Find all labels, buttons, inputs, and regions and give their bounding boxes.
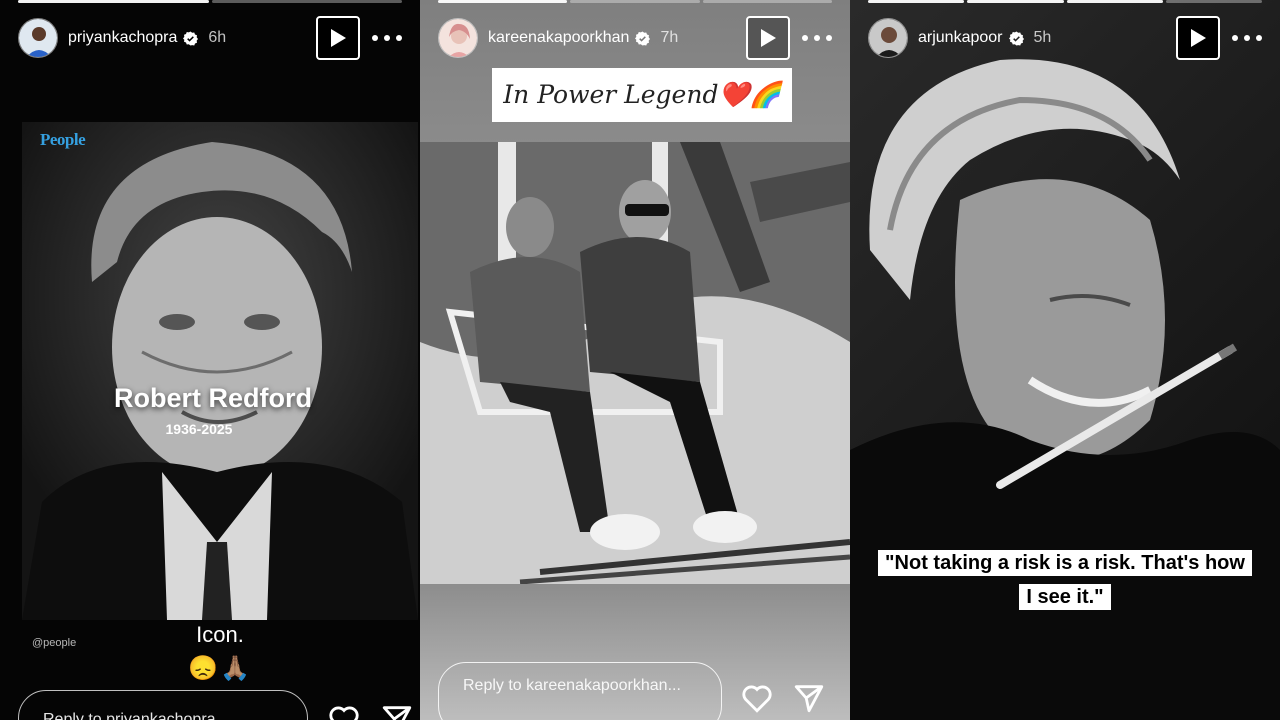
story-progress-bar [868,0,1262,3]
avatar[interactable] [868,18,908,58]
story-time: 5h [1033,29,1052,46]
quote-line-2: I see it." [1019,584,1111,610]
play-button[interactable] [746,16,790,60]
chairlift-photo [420,142,850,584]
play-icon [331,29,346,47]
play-button[interactable] [316,16,360,60]
credit-mention[interactable]: @people [32,637,76,649]
verified-icon [183,30,199,46]
reply-input[interactable]: Reply to priyankachopra... [18,690,308,720]
title-sticker: In Power Legend❤️🌈 [492,68,792,122]
quote-line-1: "Not taking a risk is a risk. That's how [878,550,1252,576]
username[interactable]: priyankachopra [68,29,177,47]
more-options-button[interactable] [1232,28,1262,48]
reply-placeholder: Reply to kareenakapoorkhan... [463,677,681,694]
story-progress-bar [18,0,402,3]
play-icon [1191,29,1206,47]
more-icon [372,35,378,41]
tribute-name: Robert Redford [114,383,312,413]
story-time: 7h [660,29,679,46]
play-icon [761,29,776,47]
tribute-years: 1936-2025 [165,421,233,437]
story-progress-bar [438,0,832,3]
story-panel-arjunkapoor: arjunkapoor 5h "Not taking a risk is a r… [850,0,1280,720]
story-header: kareenakapoorkhan 7h [438,16,832,60]
caption-emoji: 😞🙏🏽 [188,655,252,682]
verified-icon [1008,30,1024,46]
title-sticker-text: In Power Legend❤️🌈 [503,80,781,109]
heart-icon[interactable] [327,702,361,720]
avatar[interactable] [438,18,478,58]
username[interactable]: arjunkapoor [918,29,1003,47]
more-icon [802,35,808,41]
tribute-card: People [22,122,418,620]
quote-sticker: "Not taking a risk is a risk. That's how… [850,546,1280,614]
username[interactable]: kareenakapoorkhan [488,29,629,47]
brand-logo: People [40,130,86,149]
portrait-image [22,122,418,620]
send-icon[interactable] [792,681,826,715]
story-time: 6h [208,29,227,46]
heart-icon[interactable] [740,681,774,715]
verified-icon [635,30,651,46]
more-options-button[interactable] [802,28,832,48]
more-options-button[interactable] [372,28,402,48]
story-caption: Icon. [196,622,244,647]
more-icon [1232,35,1238,41]
story-panel-priyankachopra: priyankachopra 6h People Robert Redford … [0,0,420,720]
reply-placeholder: Reply to priyankachopra... [43,711,229,720]
reply-input[interactable]: Reply to kareenakapoorkhan... [438,662,722,720]
send-icon[interactable] [380,702,414,720]
story-header: arjunkapoor 5h [868,16,1262,60]
story-panel-kareenakapoorkhan: kareenakapoorkhan 7h In Power Legend❤️🌈 [420,0,850,720]
story-header: priyankachopra 6h [18,16,402,60]
avatar[interactable] [18,18,58,58]
play-button[interactable] [1176,16,1220,60]
